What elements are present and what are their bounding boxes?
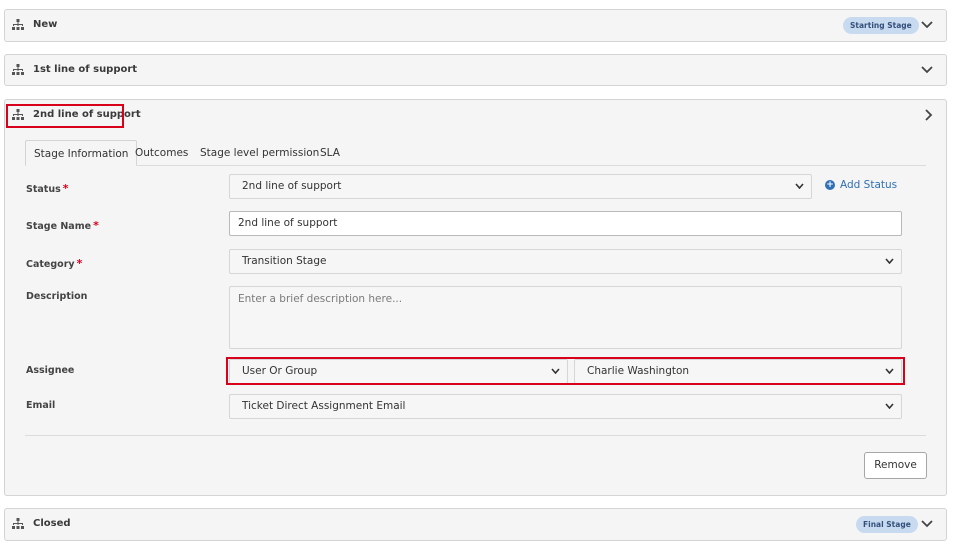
stage-header-1st-line[interactable]: 1st line of support xyxy=(5,55,946,86)
chevron-down-icon xyxy=(885,258,894,264)
assignee-label: Assignee xyxy=(26,365,75,376)
category-select-value: Transition Stage xyxy=(242,255,327,267)
stage-header-new[interactable]: New Starting Stage xyxy=(5,10,946,41)
status-select[interactable]: 2nd line of support xyxy=(229,174,812,199)
description-placeholder: Enter a brief description here... xyxy=(238,293,403,305)
required-mark: * xyxy=(93,219,99,232)
category-label-text: Category xyxy=(26,259,75,270)
stage-name-label-text: Stage Name xyxy=(26,221,92,232)
email-select-value: Ticket Direct Assignment Email xyxy=(242,400,406,412)
category-select[interactable]: Transition Stage xyxy=(229,249,902,274)
chevron-down-icon[interactable] xyxy=(921,19,933,29)
stage-title: Closed xyxy=(33,518,71,529)
description-textarea[interactable]: Enter a brief description here... xyxy=(229,286,902,349)
hierarchy-icon xyxy=(12,64,24,75)
chevron-down-icon xyxy=(885,403,894,409)
stage-panel-1st-line: 1st line of support xyxy=(4,54,947,86)
chevron-down-icon[interactable] xyxy=(921,64,933,74)
plus-circle-icon: + xyxy=(825,180,835,190)
required-mark: * xyxy=(62,182,69,195)
final-stage-badge: Final Stage xyxy=(856,516,918,533)
stage-title: New xyxy=(33,19,58,30)
stage-panel-closed: Closed Final Stage xyxy=(4,508,947,541)
hierarchy-icon xyxy=(12,19,24,30)
stage-name-value: 2nd line of support xyxy=(238,217,338,229)
tab-outcomes[interactable]: Outcomes xyxy=(135,140,188,166)
status-select-value: 2nd line of support xyxy=(242,180,342,192)
tab-sla[interactable]: SLA xyxy=(320,140,340,166)
description-label: Description xyxy=(26,291,88,302)
chevron-right-icon[interactable] xyxy=(923,109,933,121)
email-label: Email xyxy=(26,400,56,411)
status-label-text: Status xyxy=(26,184,61,195)
stage-panel-2nd-line: 2nd line of support Stage Information Ou… xyxy=(4,99,947,496)
stage-header-2nd-line[interactable]: 2nd line of support xyxy=(5,100,946,131)
add-status-link[interactable]: + Add Status xyxy=(825,179,897,191)
stage-name-input[interactable]: 2nd line of support xyxy=(229,211,902,236)
tab-stage-information[interactable]: Stage Information xyxy=(25,140,138,166)
stage-title-highlight xyxy=(6,104,124,128)
stage-header-closed[interactable]: Closed Final Stage xyxy=(5,509,946,540)
stage-panel-new: New Starting Stage xyxy=(4,9,947,42)
chevron-down-icon xyxy=(795,183,804,189)
category-label: Category * xyxy=(26,257,82,270)
chevron-down-icon[interactable] xyxy=(921,518,933,528)
starting-stage-badge: Starting Stage xyxy=(843,17,919,34)
required-mark: * xyxy=(76,257,83,270)
add-status-label: Add Status xyxy=(840,179,898,191)
form-divider xyxy=(25,435,926,436)
stage-name-label: Stage Name * xyxy=(26,219,99,232)
hierarchy-icon xyxy=(12,518,24,529)
email-select[interactable]: Ticket Direct Assignment Email xyxy=(229,394,902,419)
status-label: Status * xyxy=(26,182,69,195)
tab-stage-level-permission[interactable]: Stage level permission xyxy=(200,140,319,166)
assignee-highlight xyxy=(226,357,905,385)
stage-title: 1st line of support xyxy=(33,64,138,75)
remove-button[interactable]: Remove xyxy=(864,452,927,479)
